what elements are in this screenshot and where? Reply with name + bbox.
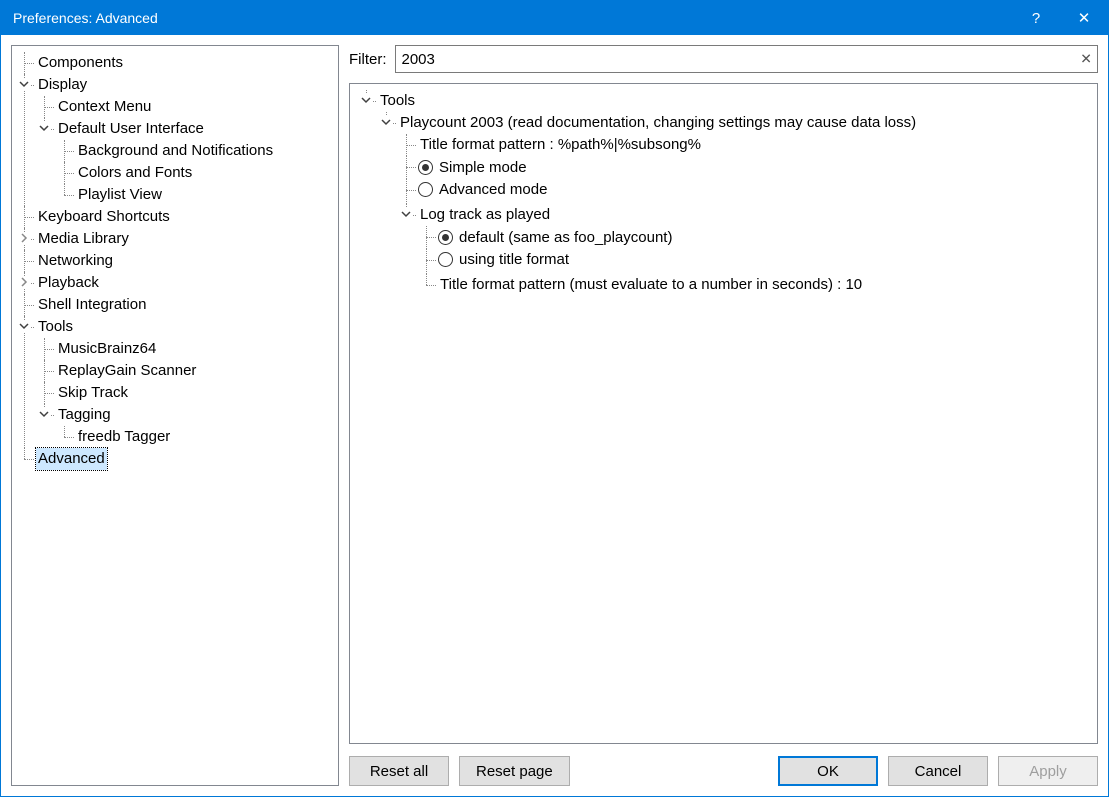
radio-icon (438, 252, 453, 267)
reset-all-button[interactable]: Reset all (349, 756, 449, 786)
nav-item-playback[interactable]: Playback (16, 272, 334, 294)
nav-item-tools[interactable]: Tools MusicBrainz64 ReplayGain Scanner S… (16, 316, 334, 448)
help-icon: ? (1032, 10, 1040, 27)
radio-icon (418, 182, 433, 197)
filter-input[interactable] (395, 45, 1099, 73)
chevron-down-icon[interactable] (400, 208, 412, 220)
nav-tree[interactable]: Components Display Context Menu Default … (11, 45, 339, 786)
nav-item-tagging[interactable]: Tagging freedb Tagger (36, 404, 334, 448)
help-button[interactable]: ? (1012, 1, 1060, 35)
settings-tree[interactable]: Tools Playcount 2003 (read documentation… (349, 83, 1098, 744)
tree-using-tf[interactable]: using title format (418, 249, 1089, 275)
reset-page-button[interactable]: Reset page (459, 756, 570, 786)
chevron-right-icon[interactable] (18, 232, 30, 244)
close-button[interactable]: ✕ (1060, 1, 1108, 35)
nav-item-advanced[interactable]: Advanced (16, 448, 334, 470)
chevron-down-icon[interactable] (380, 116, 392, 128)
chevron-down-icon[interactable] (360, 94, 372, 106)
tree-simple-mode[interactable]: Simple mode (398, 156, 1089, 179)
nav-item-media-library[interactable]: Media Library (16, 228, 334, 250)
nav-item-rg-scanner[interactable]: ReplayGain Scanner (36, 360, 334, 382)
tree-tf-pattern[interactable]: Title format pattern : %path%|%subsong% (398, 134, 1089, 156)
nav-item-context-menu[interactable]: Context Menu (36, 96, 334, 118)
radio-default[interactable]: default (same as foo_playcount) (438, 227, 672, 249)
radio-simple-mode[interactable]: Simple mode (418, 157, 527, 179)
close-icon: ✕ (1078, 9, 1091, 27)
tree-advanced-mode[interactable]: Advanced mode (398, 179, 1089, 205)
chevron-right-icon[interactable] (18, 276, 30, 288)
nav-item-musicbrainz[interactable]: MusicBrainz64 (36, 338, 334, 360)
chevron-down-icon[interactable] (38, 122, 50, 134)
nav-item-bg-notif[interactable]: Background and Notifications (56, 140, 334, 162)
nav-item-networking[interactable]: Networking (16, 250, 334, 272)
nav-item-components[interactable]: Components (16, 52, 334, 74)
radio-advanced-mode[interactable]: Advanced mode (418, 179, 547, 201)
nav-item-colors-fonts[interactable]: Colors and Fonts (56, 162, 334, 184)
apply-button: Apply (998, 756, 1098, 786)
chevron-down-icon[interactable] (18, 78, 30, 90)
tree-tools[interactable]: Tools Playcount 2003 (read documentation… (358, 90, 1089, 296)
radio-icon (418, 160, 433, 175)
radio-using-tf[interactable]: using title format (438, 249, 569, 271)
radio-icon (438, 230, 453, 245)
clear-filter-icon[interactable]: ✕ (1080, 51, 1092, 68)
nav-item-freedb[interactable]: freedb Tagger (56, 426, 334, 448)
chevron-down-icon[interactable] (38, 408, 50, 420)
tree-default-same[interactable]: default (same as foo_playcount) (418, 226, 1089, 249)
nav-item-playlist-view[interactable]: Playlist View (56, 184, 334, 206)
tree-tf-seconds[interactable]: Title format pattern (must evaluate to a… (418, 274, 1089, 296)
ok-button[interactable]: OK (778, 756, 878, 786)
nav-item-skip-track[interactable]: Skip Track (36, 382, 334, 404)
filter-label: Filter: (349, 51, 387, 68)
nav-item-shell[interactable]: Shell Integration (16, 294, 334, 316)
chevron-down-icon[interactable] (18, 320, 30, 332)
nav-item-kbd[interactable]: Keyboard Shortcuts (16, 206, 334, 228)
nav-item-display[interactable]: Display Context Menu Default User Interf… (16, 74, 334, 206)
cancel-button[interactable]: Cancel (888, 756, 988, 786)
filter-row: Filter: ✕ (349, 45, 1098, 73)
tree-playcount[interactable]: Playcount 2003 (read documentation, chan… (378, 112, 1089, 296)
button-row: Reset all Reset page OK Cancel Apply (349, 754, 1098, 786)
tree-log-track[interactable]: Log track as played default (same as foo… (398, 204, 1089, 296)
nav-item-dui[interactable]: Default User Interface Background and No… (36, 118, 334, 206)
titlebar: Preferences: Advanced ? ✕ (1, 1, 1108, 35)
window-title: Preferences: Advanced (13, 10, 1012, 26)
